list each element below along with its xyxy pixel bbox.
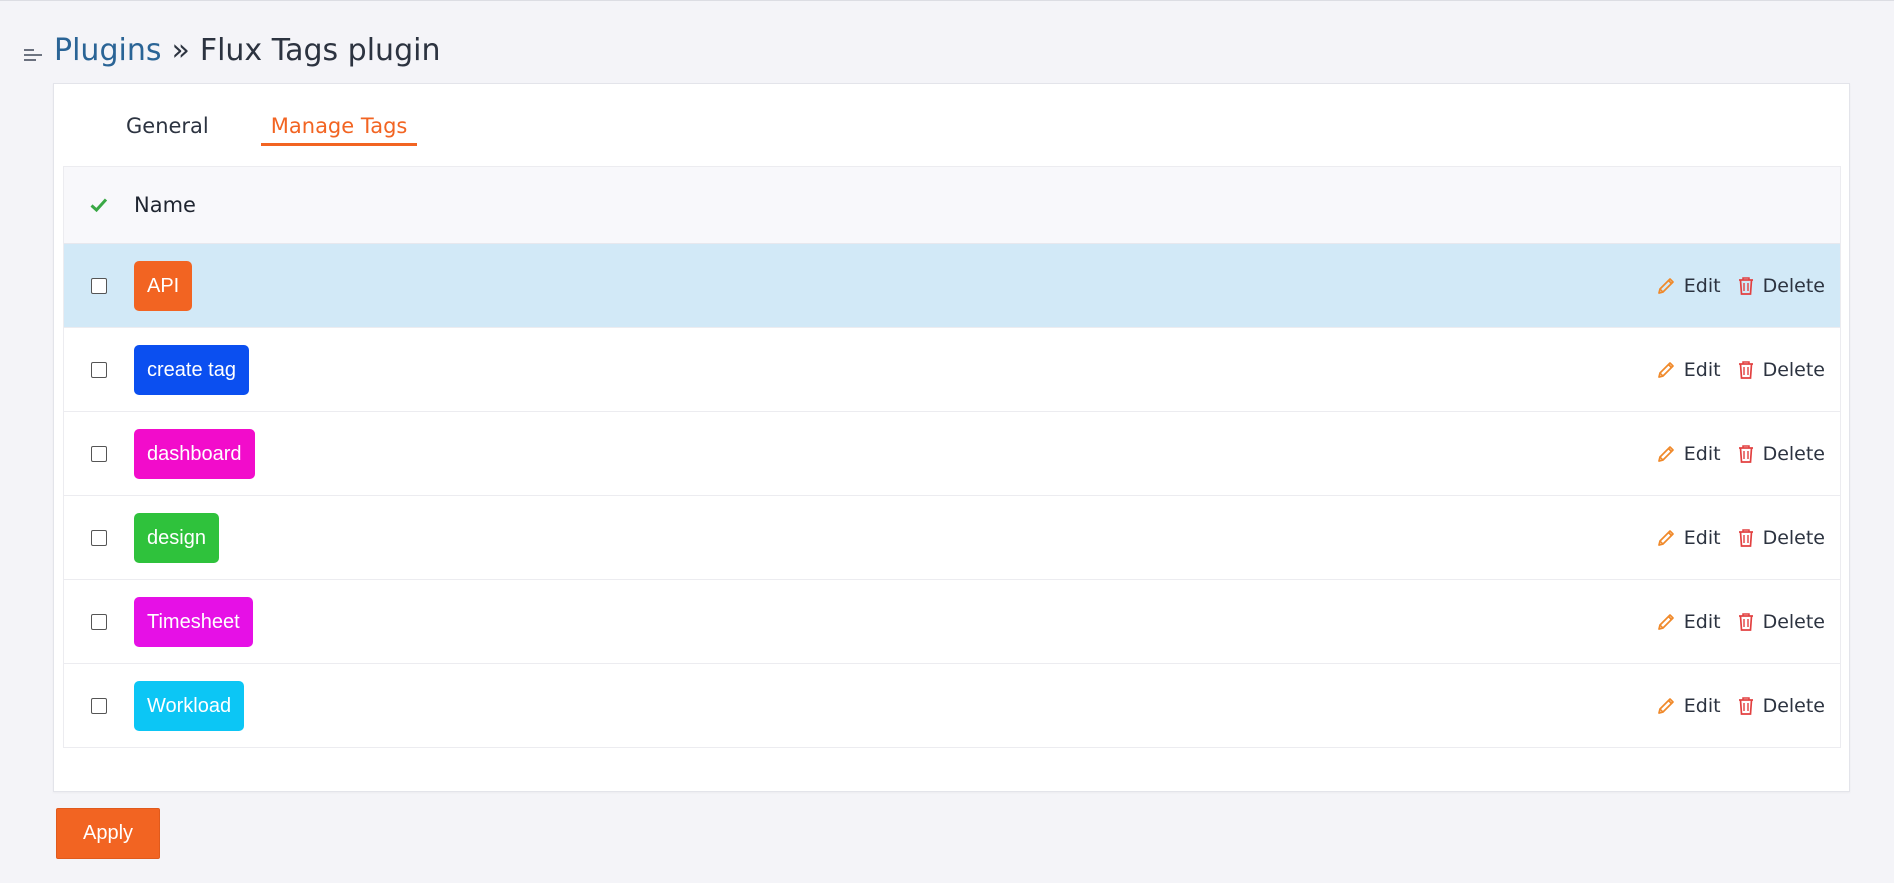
tag-cell: create tag (134, 344, 1656, 395)
trash-icon (1738, 612, 1753, 631)
edit-button[interactable]: Edit (1656, 443, 1721, 465)
edit-button[interactable]: Edit (1656, 695, 1721, 717)
tag-badge: dashboard (134, 428, 255, 479)
trash-icon (1738, 444, 1753, 463)
pencil-icon (1657, 529, 1674, 546)
row-actions: Edit Delete (1656, 695, 1825, 717)
edit-button[interactable]: Edit (1656, 275, 1721, 297)
tag-cell: design (134, 512, 1656, 563)
delete-label: Delete (1762, 526, 1825, 549)
pencil-icon (1657, 445, 1674, 462)
trash-icon (1738, 696, 1753, 715)
delete-button[interactable]: Delete (1737, 275, 1825, 297)
delete-label: Delete (1762, 610, 1825, 633)
row-checkbox[interactable] (91, 613, 107, 630)
row-checkbox-cell (64, 697, 134, 714)
edit-button[interactable]: Edit (1656, 527, 1721, 549)
edit-label: Edit (1683, 526, 1721, 549)
table-row: Workload Edit Delete (64, 664, 1840, 747)
pencil-icon (1657, 277, 1674, 294)
tag-cell: dashboard (134, 428, 1656, 479)
pencil-icon (1657, 361, 1674, 378)
check-icon (90, 198, 108, 213)
breadcrumb-separator: » (171, 32, 190, 68)
delete-label: Delete (1762, 358, 1825, 381)
delete-button[interactable]: Delete (1737, 359, 1825, 381)
edit-label: Edit (1683, 610, 1721, 633)
tag-cell: Workload (134, 680, 1656, 731)
delete-button[interactable]: Delete (1737, 695, 1825, 717)
row-checkbox-cell (64, 445, 134, 462)
delete-label: Delete (1762, 274, 1825, 297)
row-checkbox[interactable] (91, 445, 107, 462)
row-checkbox-cell (64, 277, 134, 294)
row-actions: Edit Delete (1656, 443, 1825, 465)
delete-button[interactable]: Delete (1737, 611, 1825, 633)
row-checkbox[interactable] (91, 277, 107, 294)
row-checkbox[interactable] (91, 697, 107, 714)
row-actions: Edit Delete (1656, 275, 1825, 297)
delete-button[interactable]: Delete (1737, 443, 1825, 465)
trash-icon (1738, 360, 1753, 379)
column-header-name: Name (134, 193, 196, 217)
table-row: dashboard Edit Delete (64, 412, 1840, 496)
table-body: API Edit Delete create tag Edit Delete d… (64, 244, 1840, 747)
row-checkbox-cell (64, 529, 134, 546)
tag-badge: create tag (134, 344, 249, 395)
delete-label: Delete (1762, 442, 1825, 465)
tags-card: General Manage Tags Name API Edit Delete… (53, 83, 1850, 792)
edit-button[interactable]: Edit (1656, 611, 1721, 633)
edit-label: Edit (1683, 442, 1721, 465)
row-checkbox-cell (64, 613, 134, 630)
breadcrumb-plugins-link[interactable]: Plugins (54, 33, 161, 68)
edit-label: Edit (1683, 358, 1721, 381)
tag-badge: design (134, 512, 219, 563)
trash-icon (1738, 276, 1753, 295)
tag-cell: API (134, 260, 1656, 311)
tag-badge: API (134, 260, 193, 311)
edit-button[interactable]: Edit (1656, 359, 1721, 381)
table-row: create tag Edit Delete (64, 328, 1840, 412)
tags-table: Name API Edit Delete create tag Edit Del… (63, 166, 1841, 748)
menu-icon[interactable] (22, 39, 44, 61)
pencil-icon (1657, 613, 1674, 630)
pencil-icon (1657, 697, 1674, 714)
select-all-toggle[interactable] (64, 197, 134, 213)
tab-manage-tags[interactable]: Manage Tags (260, 106, 418, 146)
row-checkbox[interactable] (91, 529, 107, 546)
row-actions: Edit Delete (1656, 359, 1825, 381)
tag-cell: Timesheet (134, 596, 1656, 647)
row-actions: Edit Delete (1656, 527, 1825, 549)
breadcrumb: Plugins » Flux Tags plugin (22, 30, 440, 70)
delete-button[interactable]: Delete (1737, 527, 1825, 549)
tab-general[interactable]: General (116, 106, 219, 146)
row-checkbox-cell (64, 361, 134, 378)
tag-badge: Workload (134, 680, 245, 731)
delete-label: Delete (1762, 694, 1825, 717)
table-row: Timesheet Edit Delete (64, 580, 1840, 664)
tab-bar: General Manage Tags (116, 106, 418, 146)
row-checkbox[interactable] (91, 361, 107, 378)
page-title: Flux Tags plugin (199, 32, 441, 68)
edit-label: Edit (1683, 694, 1721, 717)
apply-button[interactable]: Apply (56, 808, 160, 859)
row-actions: Edit Delete (1656, 611, 1825, 633)
table-row: API Edit Delete (64, 244, 1840, 328)
table-row: design Edit Delete (64, 496, 1840, 580)
top-divider (0, 0, 1894, 1)
table-header: Name (64, 167, 1840, 244)
trash-icon (1738, 528, 1753, 547)
tag-badge: Timesheet (134, 596, 253, 647)
edit-label: Edit (1683, 274, 1721, 297)
